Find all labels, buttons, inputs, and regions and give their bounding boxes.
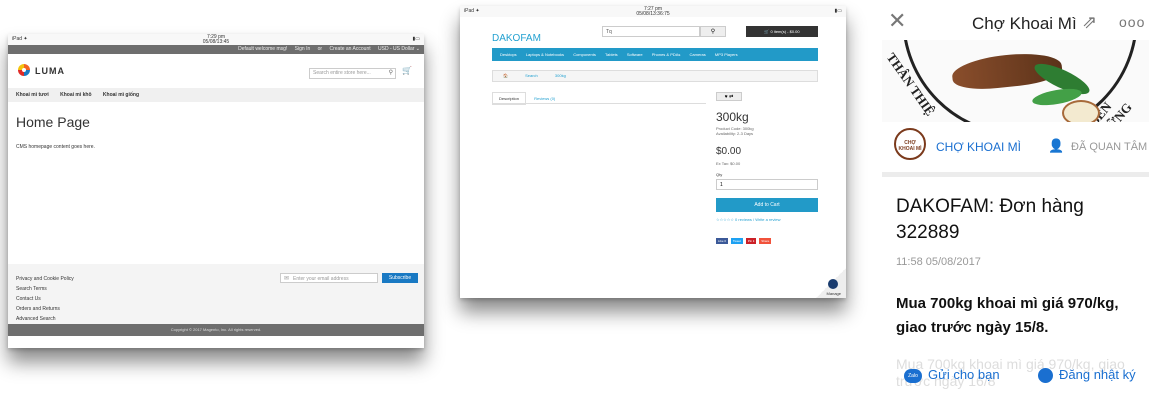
email-placeholder: Enter your email address xyxy=(293,276,349,282)
footer-link[interactable]: Contact Us xyxy=(16,294,74,304)
share-button[interactable]: Share xyxy=(759,238,772,244)
top-bar: Default welcome msg! Sign In or Create a… xyxy=(8,45,424,54)
cms-content: CMS homepage content goes here. xyxy=(16,144,95,150)
divider xyxy=(882,172,1149,177)
status-bar: iPad ✦ 7:27 pm 05/08/13:36:75 ▮▭ xyxy=(460,6,846,17)
nav-item[interactable]: Phones & PDAs xyxy=(652,52,681,57)
copyright: Copyright © 2017 Magento, Inc. All right… xyxy=(8,324,424,336)
luma-logo-icon[interactable] xyxy=(18,64,30,76)
search-placeholder: Search entire store here... xyxy=(313,70,371,76)
dakofam-screenshot: iPad ✦ 7:27 pm 05/08/13:36:75 ▮▭ DAKOFAM … xyxy=(460,6,846,298)
welcome-text: Default welcome msg! xyxy=(238,46,288,52)
clock-icon xyxy=(1038,368,1053,384)
currency-switcher[interactable]: USD - US Dollar ⌄ xyxy=(378,46,420,52)
page-name-link[interactable]: CHỢ KHOAI MÌ xyxy=(936,140,1021,154)
nav-item[interactable]: Tablets xyxy=(605,52,618,57)
footer: Privacy and Cookie Policy Search Terms C… xyxy=(8,264,424,336)
person-icon[interactable]: 👤 xyxy=(1048,138,1064,154)
footer-link[interactable]: Search Terms xyxy=(16,284,74,294)
status-date: 05/08/13:45 xyxy=(202,39,230,45)
article-timestamp: 11:58 05/08/2017 xyxy=(896,256,981,268)
manage-corner[interactable]: Manage xyxy=(816,268,846,298)
sign-in-link[interactable]: Sign In xyxy=(295,46,311,52)
nav-item[interactable]: Software xyxy=(627,52,643,57)
cart-icon[interactable]: 🛒 xyxy=(402,66,412,75)
cover-banner: THÂN THIỆ BỀN VỮNG xyxy=(882,40,1149,122)
breadcrumb-item[interactable]: 300kg xyxy=(555,73,566,78)
tweet-button[interactable]: Tweet xyxy=(730,238,743,244)
battery-icon: ▮▭ xyxy=(834,8,842,14)
tab-divider xyxy=(492,103,706,104)
send-label: Gửi cho bạn xyxy=(928,367,1000,382)
reviews-link[interactable]: ☆☆☆☆☆ 0 reviews / Write a review xyxy=(716,217,781,222)
create-account-link[interactable]: Create an Account xyxy=(329,46,370,52)
page-title: Chợ Khoai Mì xyxy=(972,14,1077,33)
post-diary-button[interactable]: Đăng nhật ký xyxy=(1038,367,1136,384)
cart-icon: 🛒 xyxy=(764,29,770,34)
newsletter-email-input[interactable]: ✉ Enter your email address xyxy=(280,273,378,283)
luma-screenshot: iPad ✦ 7:29 pm 05/08/13:45 ▮▭ Default wel… xyxy=(8,34,424,348)
category-nav: Desktops Laptops & Notebooks Components … xyxy=(492,48,818,61)
header: LUMA Search entire store here... ⚲ 🛒 xyxy=(8,54,424,88)
nav-item[interactable]: Cameras xyxy=(690,52,706,57)
footer-links: Privacy and Cookie Policy Search Terms C… xyxy=(16,274,74,324)
envelope-icon: ✉ xyxy=(284,276,290,282)
nav-item[interactable]: Khoai mì tươi xyxy=(16,92,49,98)
more-icon[interactable]: ooo xyxy=(1119,14,1145,30)
nav-item[interactable]: Khoai mì khô xyxy=(60,92,91,98)
pinterest-button[interactable]: Pin it xyxy=(745,238,757,244)
manage-label[interactable]: Manage xyxy=(827,291,841,296)
search-icon[interactable]: ⚲ xyxy=(700,26,726,37)
cart-summary: 0 item(s) - $0.00 xyxy=(770,29,800,34)
breadcrumb-item[interactable]: Search xyxy=(525,73,538,78)
share-icon[interactable]: ⇗ xyxy=(1082,12,1097,33)
nav-item[interactable]: Khoai mì giống xyxy=(103,92,139,98)
nav-item[interactable]: MP3 Players xyxy=(715,52,738,57)
status-bar: iPad ✦ 7:29 pm 05/08/13:45 ▮▭ xyxy=(8,34,424,45)
or-text: or xyxy=(317,46,323,52)
add-to-cart-button[interactable]: Add to Cart xyxy=(716,198,818,212)
availability: Availability: 2-3 Days xyxy=(716,131,754,136)
footer-link[interactable]: Advanced Search xyxy=(16,314,74,324)
qty-input[interactable]: 1 xyxy=(716,179,818,190)
article-body: Mua 700kg khoai mì giá 970/kg, giao trướ… xyxy=(896,295,1119,336)
manage-icon[interactable] xyxy=(828,279,838,289)
search-icon[interactable]: ⚲ xyxy=(389,69,393,78)
footer-link[interactable]: Privacy and Cookie Policy xyxy=(16,274,74,284)
page-title: Home Page xyxy=(16,114,90,130)
breadcrumb: 🏠 Search 300kg xyxy=(492,70,818,82)
search-input[interactable]: Tq xyxy=(602,26,700,37)
product-name: 300kg xyxy=(716,110,749,124)
search-input[interactable]: Search entire store here... ⚲ xyxy=(309,68,396,79)
subscribe-button[interactable]: Subscribe xyxy=(382,273,418,283)
zalo-icon: Zalo xyxy=(904,368,922,383)
product-info: Product Code: 300kg Availability: 2-3 Da… xyxy=(716,126,754,136)
product-price: $0.00 xyxy=(716,146,742,157)
nav-item[interactable]: Desktops xyxy=(500,52,517,57)
store-logo[interactable]: DAKOFAM xyxy=(492,33,541,44)
send-to-friend-button[interactable]: Zalo Gửi cho bạn xyxy=(904,367,1000,383)
article-headline: DAKOFAM: Đơn hàng 322889 xyxy=(896,196,1084,243)
nav-item[interactable]: Components xyxy=(573,52,596,57)
share-buttons: Like 0 Tweet Pin it Share xyxy=(716,238,773,244)
close-icon[interactable]: ✕ xyxy=(888,10,906,32)
avatar[interactable]: CHỢ KHOAI MÌ xyxy=(894,128,926,160)
ex-tax: Ex Tax: $0.00 xyxy=(716,161,741,166)
status-date: 05/08/13:36:75 xyxy=(636,11,670,17)
qty-label: Qty xyxy=(716,172,723,177)
nav-item[interactable]: Laptops & Notebooks xyxy=(526,52,564,57)
wishlist-compare-button[interactable]: ♥ ⇄ xyxy=(716,92,742,101)
cart-button[interactable]: 🛒 0 item(s) - $0.00 xyxy=(746,26,818,37)
follow-status[interactable]: ĐÃ QUAN TÂM xyxy=(1071,141,1147,153)
home-icon[interactable]: 🏠 xyxy=(503,73,508,78)
logo-text[interactable]: LUMA xyxy=(35,66,65,76)
zalo-screenshot: ✕ Chợ Khoai Mì ⇗ ooo THÂN THIỆ BỀN VỮNG … xyxy=(882,0,1149,399)
facebook-like-button[interactable]: Like 0 xyxy=(716,238,729,244)
cassava-slice-image xyxy=(1062,100,1100,122)
battery-icon: ▮▭ xyxy=(412,36,420,42)
footer-link[interactable]: Orders and Returns xyxy=(16,304,74,314)
diary-label: Đăng nhật ký xyxy=(1059,367,1136,382)
category-nav: Khoai mì tươi Khoai mì khô Khoai mì giốn… xyxy=(8,88,424,102)
